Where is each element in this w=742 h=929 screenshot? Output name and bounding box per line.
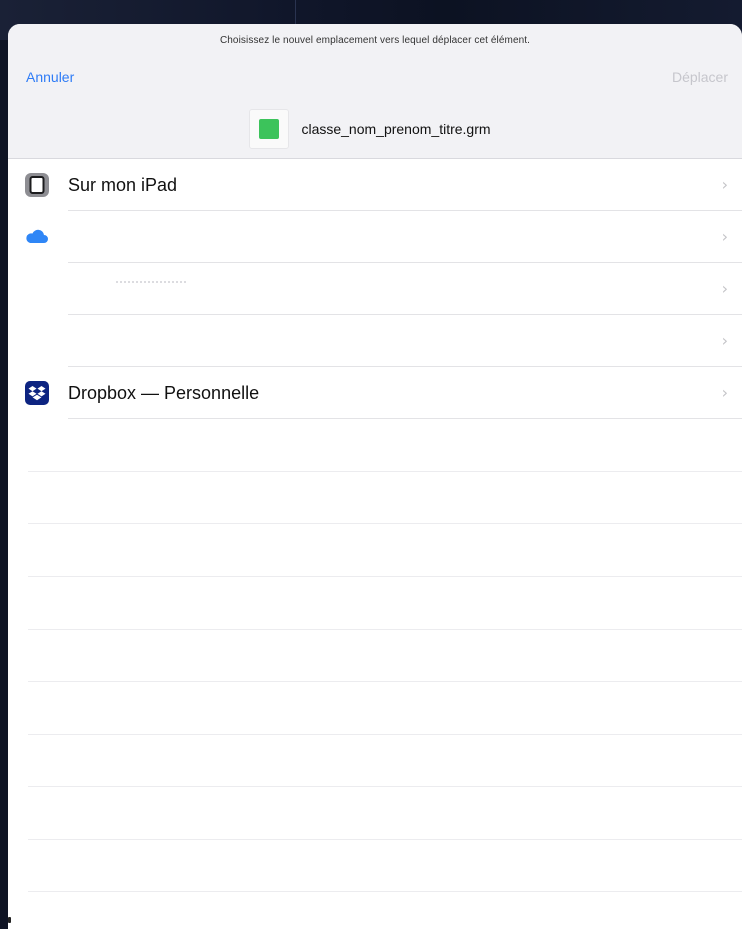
chevron-right-icon: › bbox=[721, 279, 728, 298]
empty-row-separator bbox=[28, 681, 742, 682]
empty-row-separator bbox=[28, 471, 742, 472]
move-sheet: Choisissez le nouvel emplacement vers le… bbox=[8, 24, 742, 929]
file-name: classe_nom_prenom_titre.grm bbox=[301, 121, 491, 137]
file-preview: classe_nom_prenom_titre.grm bbox=[8, 109, 742, 149]
empty-row-separator bbox=[28, 576, 742, 577]
empty-row-separator bbox=[28, 891, 742, 892]
chevron-right-icon: › bbox=[721, 331, 728, 350]
location-label: Dropbox — Personnelle bbox=[68, 382, 260, 403]
empty-row-separator bbox=[28, 839, 742, 840]
dropbox-icon bbox=[25, 381, 49, 405]
chevron-right-icon: › bbox=[721, 175, 728, 194]
corner-mark bbox=[8, 917, 11, 923]
location-obscured[interactable]: › bbox=[8, 315, 742, 367]
empty-row-separator bbox=[28, 786, 742, 787]
location-icloud[interactable]: › bbox=[8, 211, 742, 263]
sheet-header: Choisissez le nouvel emplacement vers le… bbox=[8, 24, 742, 159]
location-dropbox[interactable]: Dropbox — Personnelle › bbox=[8, 367, 742, 419]
obscured-label bbox=[116, 281, 186, 287]
empty-row-separator bbox=[28, 629, 742, 630]
ipad-icon bbox=[25, 173, 49, 197]
cancel-button[interactable]: Annuler bbox=[26, 69, 74, 85]
empty-row-separator bbox=[28, 734, 742, 735]
empty-row-separator bbox=[28, 523, 742, 524]
move-prompt: Choisissez le nouvel emplacement vers le… bbox=[219, 35, 531, 46]
location-obscured[interactable]: › bbox=[8, 263, 742, 315]
icloud-icon bbox=[26, 229, 48, 243]
chevron-right-icon: › bbox=[721, 227, 728, 246]
green-document-icon bbox=[249, 109, 290, 149]
location-on-my-ipad[interactable]: Sur mon iPad › bbox=[8, 159, 742, 211]
chevron-right-icon: › bbox=[721, 383, 728, 402]
move-button[interactable]: Déplacer bbox=[672, 69, 728, 85]
location-label: Sur mon iPad bbox=[68, 174, 178, 195]
